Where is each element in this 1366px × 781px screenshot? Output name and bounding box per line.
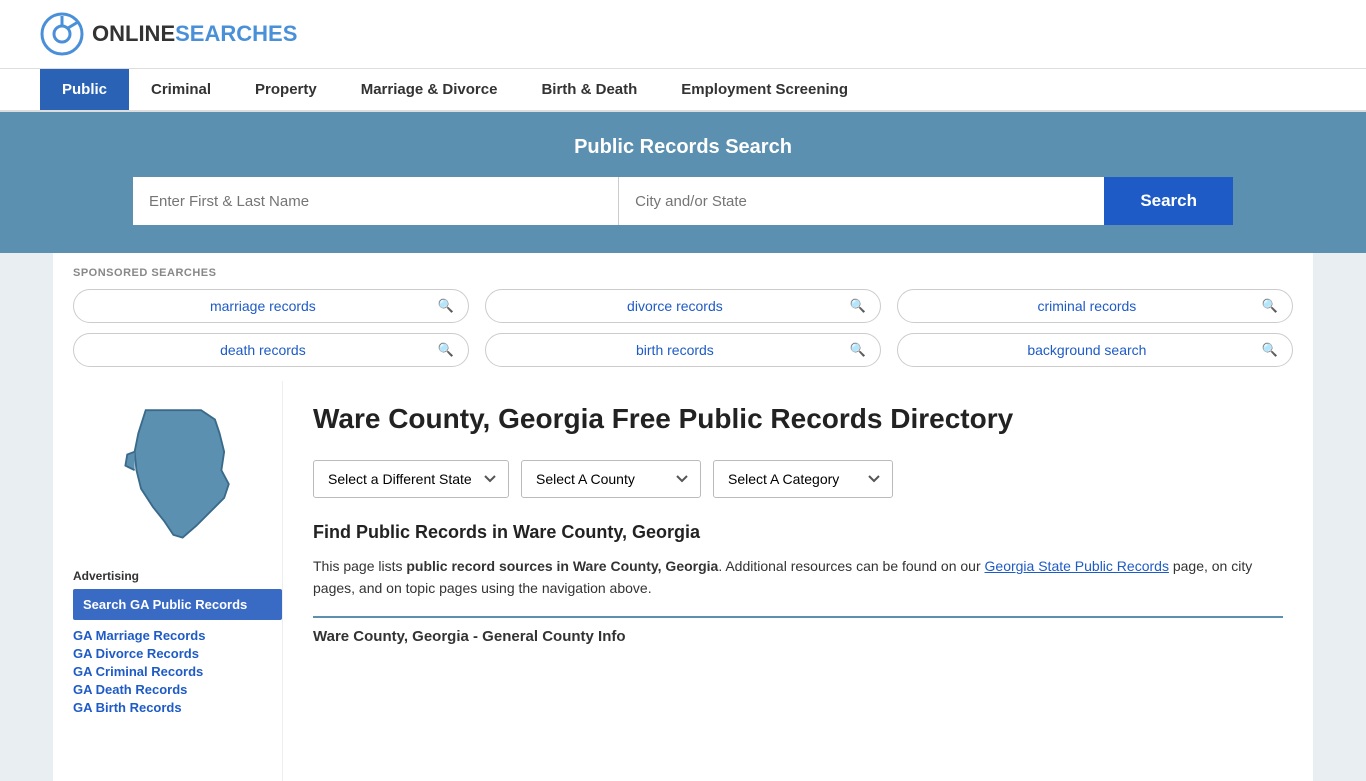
state-dropdown[interactable]: Select a Different State [313,460,509,498]
sidebar-link-marriage[interactable]: GA Marriage Records [73,628,282,643]
nav-item-birth-death[interactable]: Birth & Death [519,69,659,110]
sidebar-link-death[interactable]: GA Death Records [73,682,282,697]
page-title: Ware County, Georgia Free Public Records… [313,401,1283,436]
county-info-bar: Ware County, Georgia - General County In… [313,616,1283,645]
search-banner: Public Records Search Search [0,112,1366,253]
pill-divorce-records-text: divorce records [500,298,850,314]
sidebar-link-birth[interactable]: GA Birth Records [73,700,282,715]
search-button[interactable]: Search [1104,177,1233,225]
search-icon-4: 🔍 [438,342,454,358]
find-records-text-middle: . Additional resources can be found on o… [718,558,984,574]
dropdowns-row: Select a Different State Select A County… [313,460,1283,498]
pill-divorce-records[interactable]: divorce records 🔍 [485,289,881,323]
pill-death-records-text: death records [88,342,438,358]
category-dropdown[interactable]: Select A Category [713,460,893,498]
find-records-text: This page lists public record sources in… [313,555,1283,600]
location-input[interactable] [619,177,1104,225]
sponsored-section: SPONSORED SEARCHES marriage records 🔍 di… [53,253,1313,381]
pill-death-records[interactable]: death records 🔍 [73,333,469,367]
find-records-title: Find Public Records in Ware County, Geor… [313,522,1283,543]
sidebar: Advertising Search GA Public Records GA … [53,381,283,781]
pill-birth-records-text: birth records [500,342,850,358]
search-banner-title: Public Records Search [40,136,1326,159]
main-wrapper: SPONSORED SEARCHES marriage records 🔍 di… [33,253,1333,781]
logo-text-searches: SEARCHES [175,21,297,46]
sidebar-ad-label: Advertising [73,569,282,583]
find-records-text-before: This page lists [313,558,406,574]
pill-criminal-records-text: criminal records [912,298,1262,314]
main-content: Ware County, Georgia Free Public Records… [283,381,1313,781]
search-icon-1: 🔍 [438,298,454,314]
content-area: Advertising Search GA Public Records GA … [53,381,1313,781]
pill-background-search-text: background search [912,342,1262,358]
name-input[interactable] [133,177,619,225]
logo[interactable]: ONLINESEARCHES [40,12,297,56]
pill-criminal-records[interactable]: criminal records 🔍 [897,289,1293,323]
georgia-map-icon [118,401,238,549]
pill-marriage-records[interactable]: marriage records 🔍 [73,289,469,323]
nav-item-property[interactable]: Property [233,69,339,110]
pill-birth-records[interactable]: birth records 🔍 [485,333,881,367]
search-icon-5: 🔍 [850,342,866,358]
search-icon-6: 🔍 [1262,342,1278,358]
find-records-bold: public record sources in Ware County, Ge… [406,558,718,574]
nav-item-employment[interactable]: Employment Screening [659,69,870,110]
sponsored-label: SPONSORED SEARCHES [73,267,1293,279]
sidebar-link-criminal[interactable]: GA Criminal Records [73,664,282,679]
nav-item-criminal[interactable]: Criminal [129,69,233,110]
nav-item-marriage-divorce[interactable]: Marriage & Divorce [339,69,520,110]
nav-item-public[interactable]: Public [40,69,129,110]
sidebar-links: GA Marriage Records GA Divorce Records G… [73,628,282,715]
pill-background-search[interactable]: background search 🔍 [897,333,1293,367]
sidebar-link-divorce[interactable]: GA Divorce Records [73,646,282,661]
site-header: ONLINESEARCHES [0,0,1366,69]
county-dropdown[interactable]: Select A County [521,460,701,498]
logo-text-online: ONLINE [92,21,175,46]
georgia-state-link[interactable]: Georgia State Public Records [985,558,1169,574]
sidebar-ad-active[interactable]: Search GA Public Records [73,589,282,620]
search-icon-3: 🔍 [1262,298,1278,314]
search-icon-2: 🔍 [850,298,866,314]
county-info-bar-title: Ware County, Georgia - General County In… [313,628,1283,645]
main-nav: Public Criminal Property Marriage & Divo… [0,69,1366,112]
pill-marriage-records-text: marriage records [88,298,438,314]
sponsored-grid: marriage records 🔍 divorce records 🔍 cri… [73,289,1293,367]
search-bar: Search [133,177,1233,225]
logo-icon [40,12,84,56]
